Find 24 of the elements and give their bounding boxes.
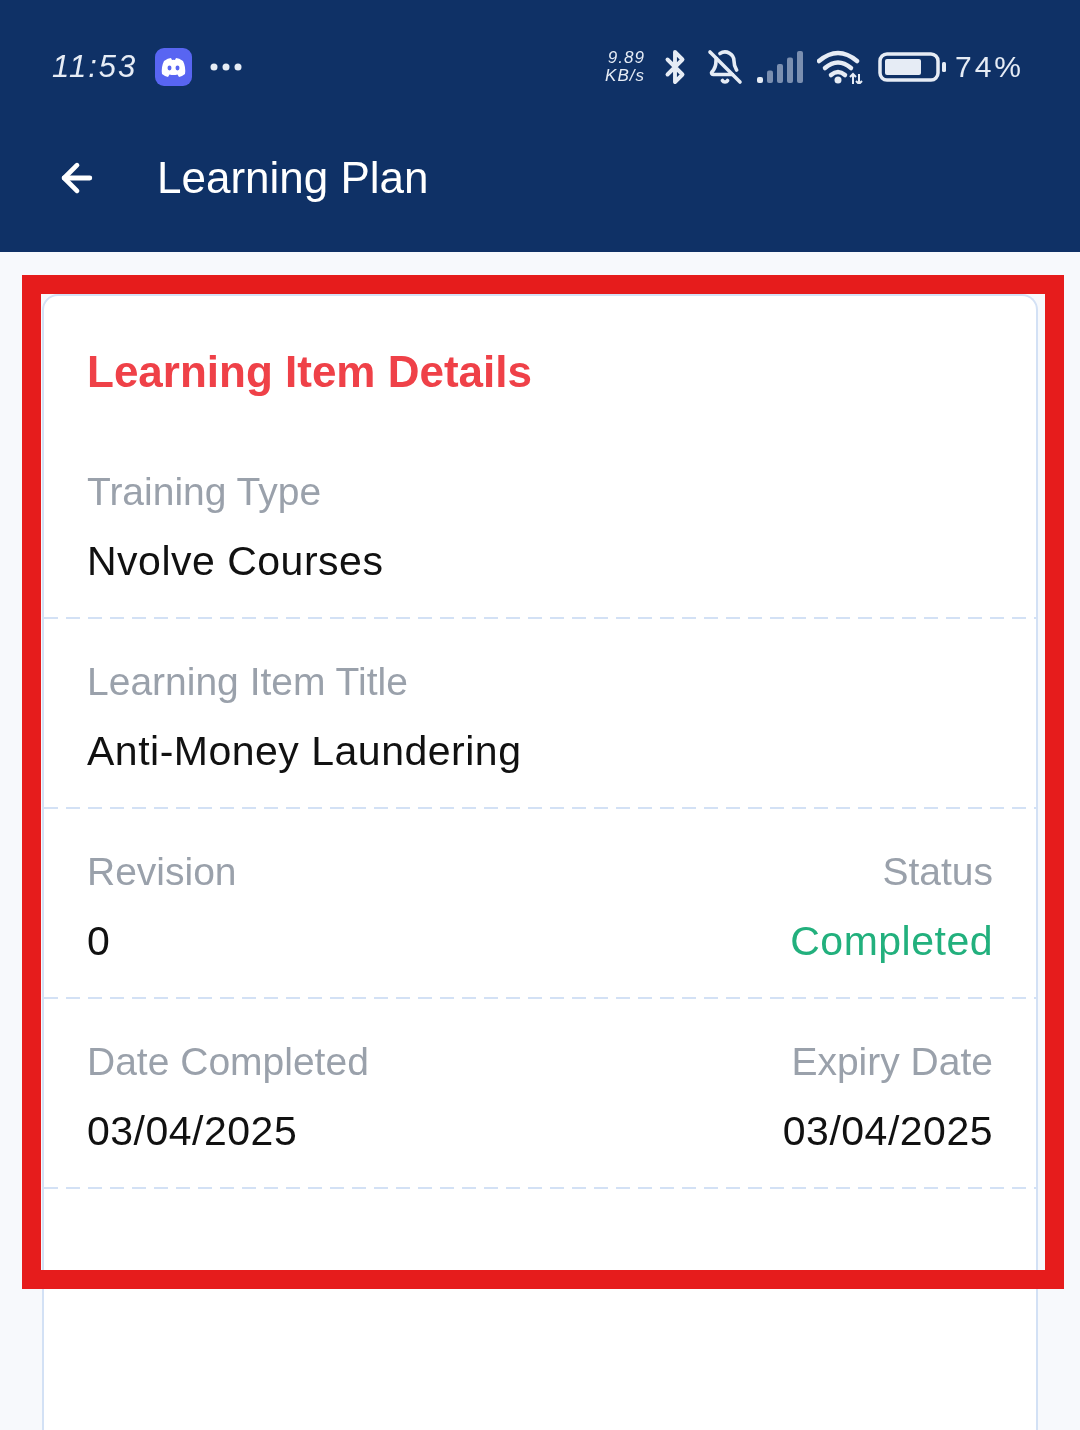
field-value: 03/04/2025 — [782, 1108, 993, 1154]
field-value: 03/04/2025 — [87, 1108, 298, 1154]
status-value: Completed — [790, 918, 993, 964]
field-label: Expiry Date — [791, 1040, 993, 1084]
field-value: 0 — [87, 918, 111, 964]
network-speed-unit: KB/s — [605, 67, 645, 85]
card-title: Learning Item Details — [87, 347, 532, 397]
field-label: Training Type — [87, 470, 322, 514]
page-title: Learning Plan — [157, 153, 429, 203]
field-value: Nvolve Courses — [87, 538, 384, 584]
battery-percentage: 74% — [954, 50, 1024, 84]
field-label: Revision — [87, 850, 237, 894]
signal-icon — [756, 51, 805, 83]
wifi-icon — [816, 50, 863, 84]
muted-bell-icon — [706, 49, 743, 85]
field-value: Anti-Money Laundering — [87, 728, 522, 774]
field-label: Learning Item Title — [87, 660, 408, 704]
status-time: 11:53 — [52, 49, 138, 85]
more-dots-icon — [210, 63, 243, 71]
field-label: Status — [882, 850, 993, 894]
controller-icon — [155, 48, 193, 86]
network-speed-value: 9.89 — [607, 49, 645, 67]
battery-icon — [877, 52, 947, 82]
field-label: Date Completed — [87, 1040, 369, 1084]
